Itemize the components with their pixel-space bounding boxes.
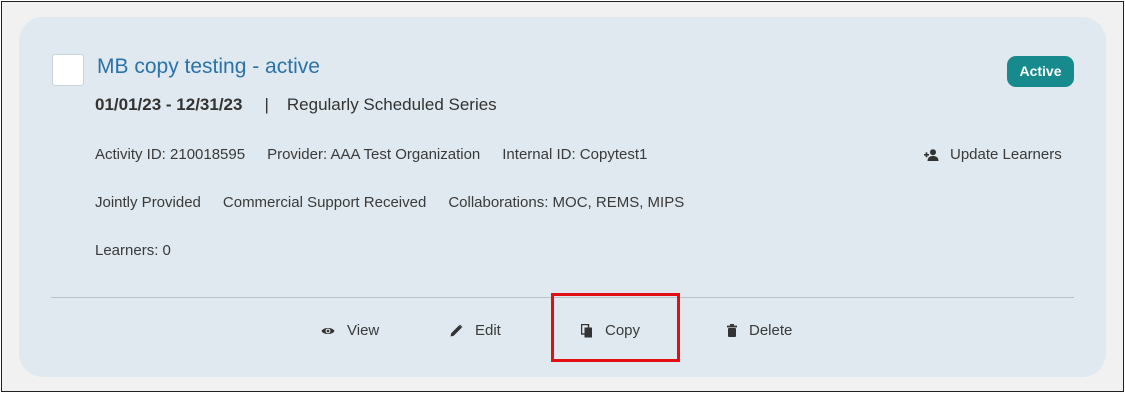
eye-icon xyxy=(321,327,335,334)
copy-button[interactable]: Copy xyxy=(581,322,640,339)
trash-icon xyxy=(727,324,737,337)
view-label: View xyxy=(347,322,380,339)
series-type: Regularly Scheduled Series xyxy=(286,95,497,114)
status-badge: Active xyxy=(1007,56,1074,87)
copy-label: Copy xyxy=(605,322,641,339)
provider: Provider: AAA Test Organization xyxy=(267,146,481,163)
update-learners-label: Update Learners xyxy=(950,146,1062,163)
activity-id: Activity ID: 210018595 xyxy=(95,146,246,163)
activity-dates: 01/01/23 - 12/31/23 xyxy=(95,95,243,114)
pencil-icon xyxy=(450,324,463,337)
commercial-support: Commercial Support Received xyxy=(222,194,427,211)
activity-card: MB copy testing - active Active 01/01/23… xyxy=(19,17,1106,377)
view-button[interactable]: View xyxy=(321,322,379,339)
card-divider xyxy=(51,297,1074,298)
internal-id: Internal ID: Copytest1 xyxy=(502,146,648,163)
delete-label: Delete xyxy=(749,322,793,339)
jointly-provided: Jointly Provided xyxy=(95,194,201,211)
info-row-learners: Learners: 0 xyxy=(95,242,193,259)
copy-icon xyxy=(581,323,592,337)
edit-label: Edit xyxy=(475,322,501,339)
meta-separator: | xyxy=(264,95,269,114)
learners-count: Learners: 0 xyxy=(95,242,171,259)
select-checkbox[interactable] xyxy=(52,54,84,86)
activity-title-link[interactable]: MB copy testing - active xyxy=(97,55,320,79)
screenshot-frame: MB copy testing - active Active 01/01/23… xyxy=(1,1,1124,392)
activity-meta-row: 01/01/23 - 12/31/23 | Regularly Scheduled … xyxy=(95,95,497,115)
delete-button[interactable]: Delete xyxy=(727,322,792,339)
info-row-ids: Activity ID: 210018595 Provider: AAA Test… xyxy=(95,146,669,163)
collaborations: Collaborations: MOC, REMS, MIPS xyxy=(448,194,685,211)
update-learners-button[interactable]: Update Learners xyxy=(924,146,1062,163)
info-row-flags: Jointly Provided Commercial Support Recei… xyxy=(95,194,706,211)
person-add-icon xyxy=(924,148,939,161)
edit-button[interactable]: Edit xyxy=(450,322,501,339)
